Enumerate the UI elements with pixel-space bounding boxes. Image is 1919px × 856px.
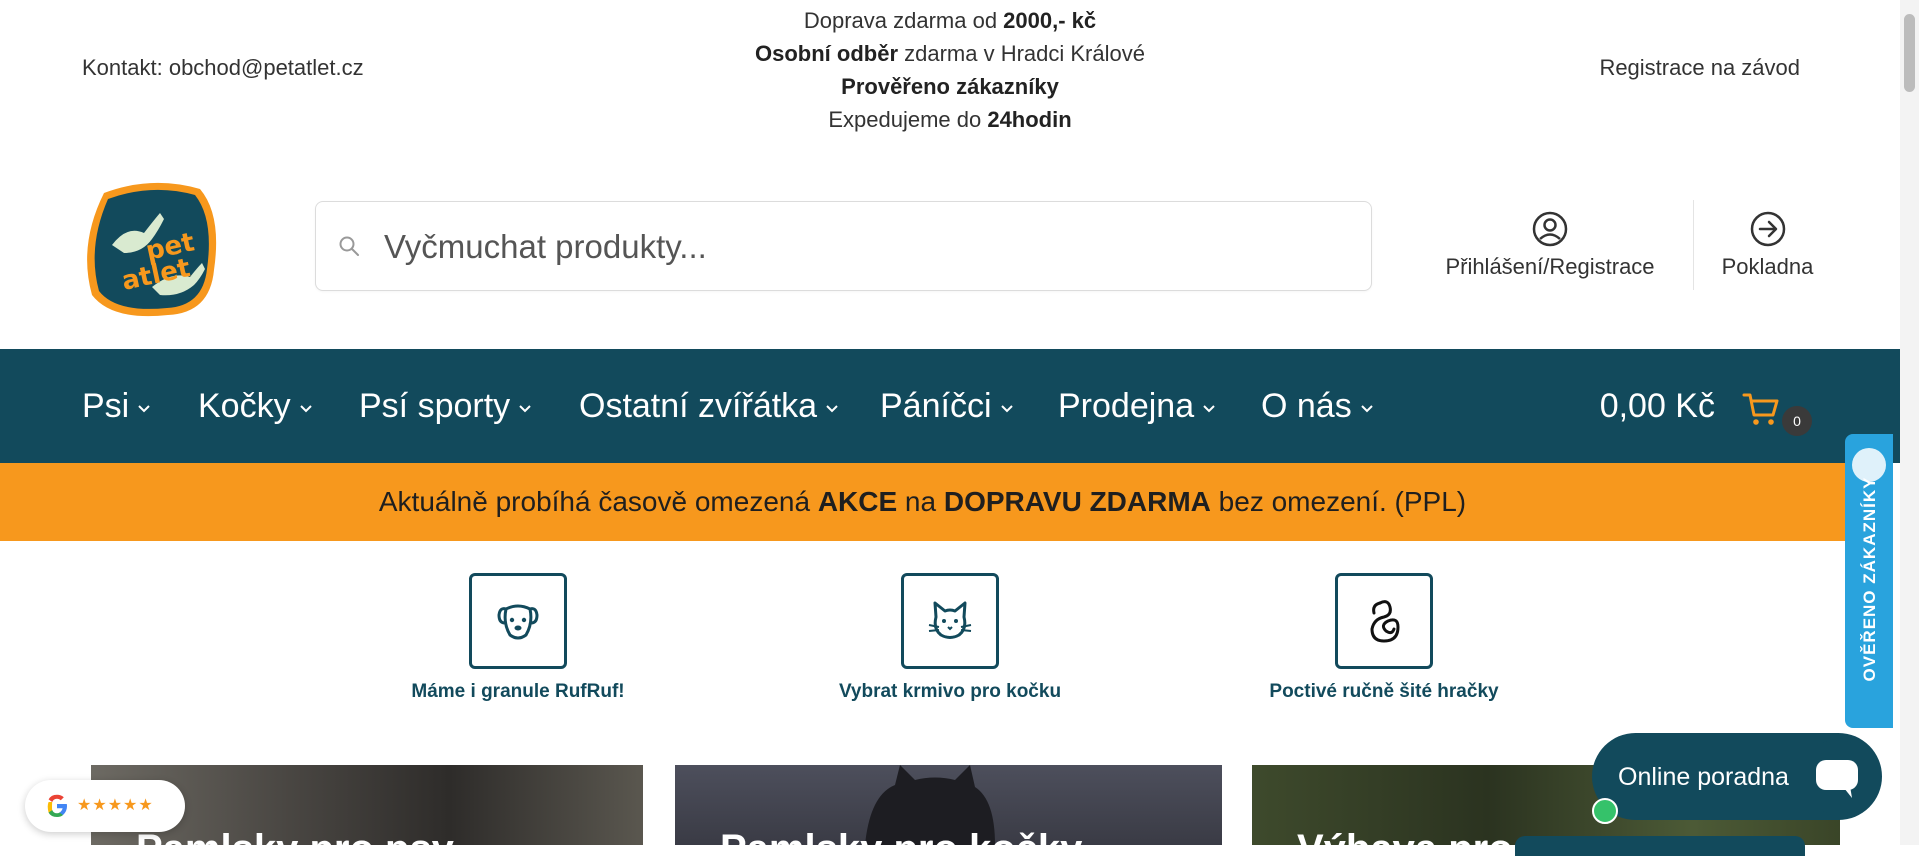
promo-banner: Aktuálně probíhá časově omezená AKCE na … — [0, 463, 1845, 541]
nav-item-prodejna[interactable]: Prodejna — [1058, 387, 1216, 426]
usp-bold: Osobní odběr — [755, 41, 898, 66]
chat-label: Online poradna — [1618, 763, 1789, 791]
usp-text: Expedujeme do — [828, 107, 988, 132]
category-card-cat-treats[interactable]: Pamlsky pro kočky — [675, 765, 1222, 845]
shortcut-handmade-toys[interactable]: Poctivé ručně šité hračky — [1244, 573, 1524, 703]
cart-icon[interactable] — [1742, 391, 1780, 427]
nav-item-ostatni-zviratka[interactable]: Ostatní zvířátka — [579, 387, 839, 426]
shortcut-icon-box — [469, 573, 567, 669]
user-icon — [1532, 211, 1568, 247]
arrow-circle-icon — [1750, 211, 1785, 247]
usp-bold: 2000,- kč — [1003, 8, 1097, 33]
nav-label: O nás — [1261, 387, 1352, 425]
promo-text: na — [897, 486, 944, 517]
nav-item-psi[interactable]: Psi — [82, 387, 151, 426]
chevron-down-icon — [299, 405, 312, 413]
nav-item-psi-sporty[interactable]: Psí sporty — [359, 387, 532, 426]
shortcut-dog-food[interactable]: Máme i granule RufRuf! — [378, 573, 658, 703]
chevron-down-icon — [1361, 405, 1373, 413]
verified-customers-badge[interactable]: OVĚŘENO ZÁKAZNÍKY — [1845, 434, 1893, 728]
main-navigation: Psi Kočky Psí sporty Ostatní zvířátka Pá… — [0, 349, 1900, 463]
usp-line: Doprava zdarma od 2000,- kč — [650, 4, 1250, 37]
cat-face-icon — [928, 601, 972, 639]
chevron-down-icon — [826, 405, 838, 413]
login-register-button[interactable]: Přihlášení/Registrace — [1430, 210, 1670, 280]
search-bar[interactable] — [315, 201, 1372, 292]
online-chat-button[interactable]: Online poradna — [1592, 733, 1882, 820]
search-input[interactable] — [382, 202, 1346, 292]
shortcut-icon-box — [901, 573, 999, 669]
shortcut-label: Vybrat krmivo pro kočku — [838, 681, 1062, 702]
usp-list: Doprava zdarma od 2000,- kč Osobní odběr… — [650, 4, 1250, 136]
shortcut-icon-box — [1335, 573, 1433, 669]
card-title: Pamlsky pro kočky — [720, 827, 1082, 845]
usp-line: Osobní odběr zdarma v Hradci Králové — [650, 37, 1250, 70]
dog-face-icon — [497, 604, 539, 640]
header-divider — [1693, 200, 1694, 290]
nav-label: Kočky — [198, 387, 291, 425]
cart-count-badge: 0 — [1782, 406, 1812, 436]
usp-line: Prověřeno zákazníky — [650, 70, 1250, 103]
page-scrollbar[interactable] — [1900, 0, 1919, 845]
checkout-button[interactable]: Pokladna — [1705, 210, 1830, 280]
nav-label: Psí sporty — [359, 387, 511, 425]
login-label: Přihlášení/Registrace — [1445, 254, 1655, 279]
chevron-down-icon — [138, 405, 150, 413]
nav-label: Ostatní zvířátka — [579, 387, 818, 425]
nav-item-panicci[interactable]: Páníčci — [880, 387, 1014, 426]
chat-launcher-bar[interactable] — [1515, 836, 1805, 856]
nav-label: Psi — [82, 387, 130, 425]
usp-line: Expedujeme do 24hodin — [650, 103, 1250, 136]
site-logo[interactable]: pet atlet — [82, 175, 222, 320]
nav-item-kocky[interactable]: Kočky — [198, 387, 313, 426]
checkout-label: Pokladna — [1721, 254, 1814, 279]
promo-text: Aktuálně probíhá časově omezená — [378, 486, 818, 517]
chevron-down-icon — [1203, 405, 1215, 413]
usp-bold: 24hodin — [987, 107, 1072, 132]
usp-bold: Prověřeno zákazníky — [841, 74, 1059, 99]
promo-text: bez omezení. (PPL) — [1210, 486, 1467, 517]
card-title: Pamlsky pro psy — [136, 827, 454, 845]
shortcut-label: Máme i granule RufRuf! — [411, 681, 625, 702]
google-g-icon — [47, 794, 67, 817]
nav-label: Prodejna — [1058, 387, 1195, 425]
nav-item-o-nas[interactable]: O nás — [1261, 387, 1374, 426]
race-registration-link[interactable]: Registrace na závod — [1599, 55, 1800, 81]
nav-label: Páníčci — [880, 387, 992, 425]
contact-email[interactable]: Kontakt: obchod@petatlet.cz — [82, 55, 364, 81]
top-info-bar: Kontakt: obchod@petatlet.cz Doprava zdar… — [0, 0, 1900, 150]
cart-total[interactable]: 0,00 Kč — [1600, 387, 1715, 426]
online-status-dot — [1592, 798, 1618, 824]
shortcut-cat-food[interactable]: Vybrat krmivo pro kočku — [810, 573, 1090, 703]
promo-bold: DOPRAVU ZDARMA — [943, 486, 1211, 517]
chat-bubble-icon — [1800, 740, 1874, 814]
chevron-down-icon — [1000, 405, 1013, 413]
logo-graphic: pet atlet — [87, 182, 217, 317]
promo-bold: AKCE — [817, 486, 898, 517]
toy-knot-icon — [1370, 600, 1400, 643]
shortcut-label: Poctivé ručně šité hračky — [1269, 681, 1499, 702]
rating-stars: ★★★★★ — [77, 797, 154, 814]
google-rating-widget[interactable]: ★★★★★ — [25, 780, 185, 832]
chevron-down-icon — [519, 405, 531, 413]
usp-text: zdarma v Hradci Králové — [898, 41, 1145, 66]
verified-label: OVĚŘENO ZÁKAZNÍKY — [1860, 476, 1879, 682]
scrollbar-thumb[interactable] — [1904, 14, 1915, 92]
usp-text: Doprava zdarma od — [803, 8, 1004, 33]
search-icon — [339, 236, 359, 256]
